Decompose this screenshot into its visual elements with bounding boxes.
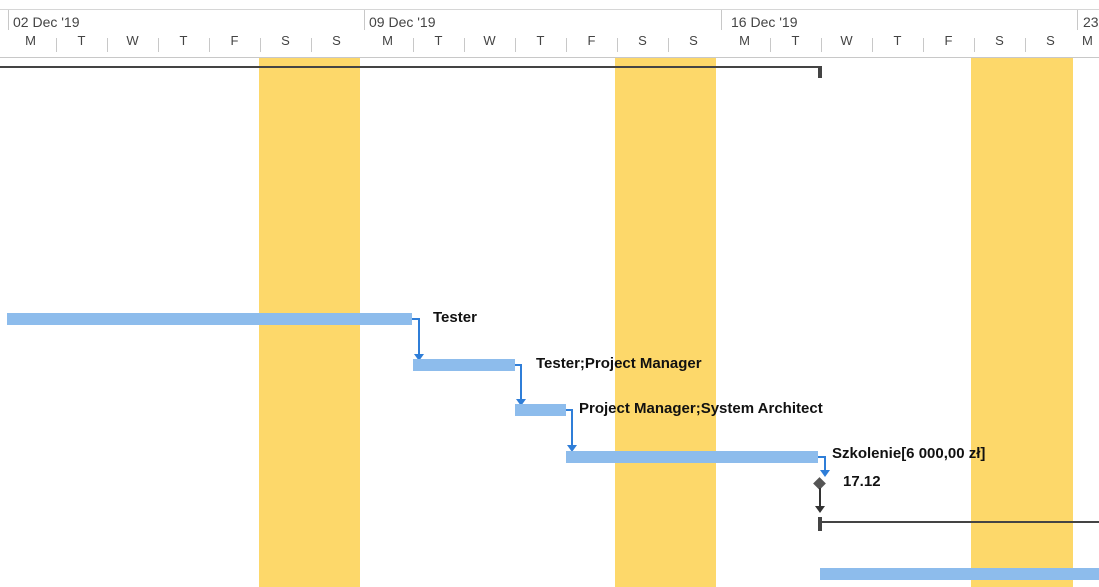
milestone-date-label: 17.12 (843, 473, 881, 490)
day-tick (974, 38, 975, 52)
week-divider (1077, 10, 1078, 30)
day-tick (821, 38, 822, 52)
week-label: 02 Dec '19 (13, 14, 80, 30)
day-tick (872, 38, 873, 52)
day-tick (260, 38, 261, 52)
day-label: F (587, 33, 596, 48)
day-label: M (25, 33, 36, 48)
weekend-shading (615, 58, 716, 587)
summary-bar[interactable] (0, 66, 822, 68)
day-tick (107, 38, 108, 52)
day-label: T (77, 33, 86, 48)
week-label: 09 Dec '19 (369, 14, 436, 30)
day-tick (413, 38, 414, 52)
day-label: S (689, 33, 698, 48)
day-tick (158, 38, 159, 52)
day-label: W (840, 33, 853, 48)
day-label: F (944, 33, 953, 48)
week-divider (364, 10, 365, 30)
task-bar[interactable] (413, 359, 515, 371)
day-label: S (638, 33, 647, 48)
summary-bar[interactable] (818, 521, 1099, 523)
gantt-chart-area[interactable]: Tester Tester;Project Manager Project Ma… (0, 58, 1099, 587)
week-label: 16 Dec '19 (731, 14, 798, 30)
day-label: W (126, 33, 139, 48)
day-tick (56, 38, 57, 52)
day-tick (1025, 38, 1026, 52)
day-label: M (739, 33, 750, 48)
day-tick (923, 38, 924, 52)
day-label: S (995, 33, 1004, 48)
link-arrow-icon (820, 470, 830, 477)
day-label: S (332, 33, 341, 48)
resource-label: Szkolenie[6 000,00 zł] (832, 445, 986, 462)
day-label: T (893, 33, 902, 48)
timescale-top-line (0, 9, 1099, 10)
timescale-header: 02 Dec '19 09 Dec '19 16 Dec '19 23 M T … (0, 0, 1099, 58)
day-tick (464, 38, 465, 52)
day-label: T (434, 33, 443, 48)
week-label: 23 (1083, 14, 1099, 30)
link-line (418, 318, 420, 355)
resource-label: Tester;Project Manager (536, 355, 702, 372)
link-line (571, 409, 573, 446)
task-bar[interactable] (566, 451, 818, 463)
day-tick (617, 38, 618, 52)
day-tick (515, 38, 516, 52)
link-line (824, 456, 826, 471)
link-line (520, 364, 522, 400)
day-label: S (1046, 33, 1055, 48)
day-label: T (791, 33, 800, 48)
summary-bar-start (818, 517, 822, 531)
day-tick (209, 38, 210, 52)
day-tick (770, 38, 771, 52)
day-label: M (1082, 33, 1093, 48)
day-label: T (179, 33, 188, 48)
resource-label: Tester (433, 309, 477, 326)
link-arrow-icon (815, 506, 825, 513)
resource-label: Project Manager;System Architect (579, 400, 823, 417)
summary-bar-end (818, 66, 822, 78)
day-tick (566, 38, 567, 52)
week-divider (721, 10, 722, 30)
week-divider (8, 10, 9, 30)
day-label: T (536, 33, 545, 48)
day-label: F (230, 33, 239, 48)
weekend-shading (971, 58, 1073, 587)
link-line (819, 488, 821, 508)
task-bar[interactable] (7, 313, 412, 325)
day-label: S (281, 33, 290, 48)
day-label: W (483, 33, 496, 48)
day-tick (311, 38, 312, 52)
day-label: M (382, 33, 393, 48)
day-tick (668, 38, 669, 52)
task-bar[interactable] (820, 568, 1099, 580)
task-bar[interactable] (515, 404, 566, 416)
